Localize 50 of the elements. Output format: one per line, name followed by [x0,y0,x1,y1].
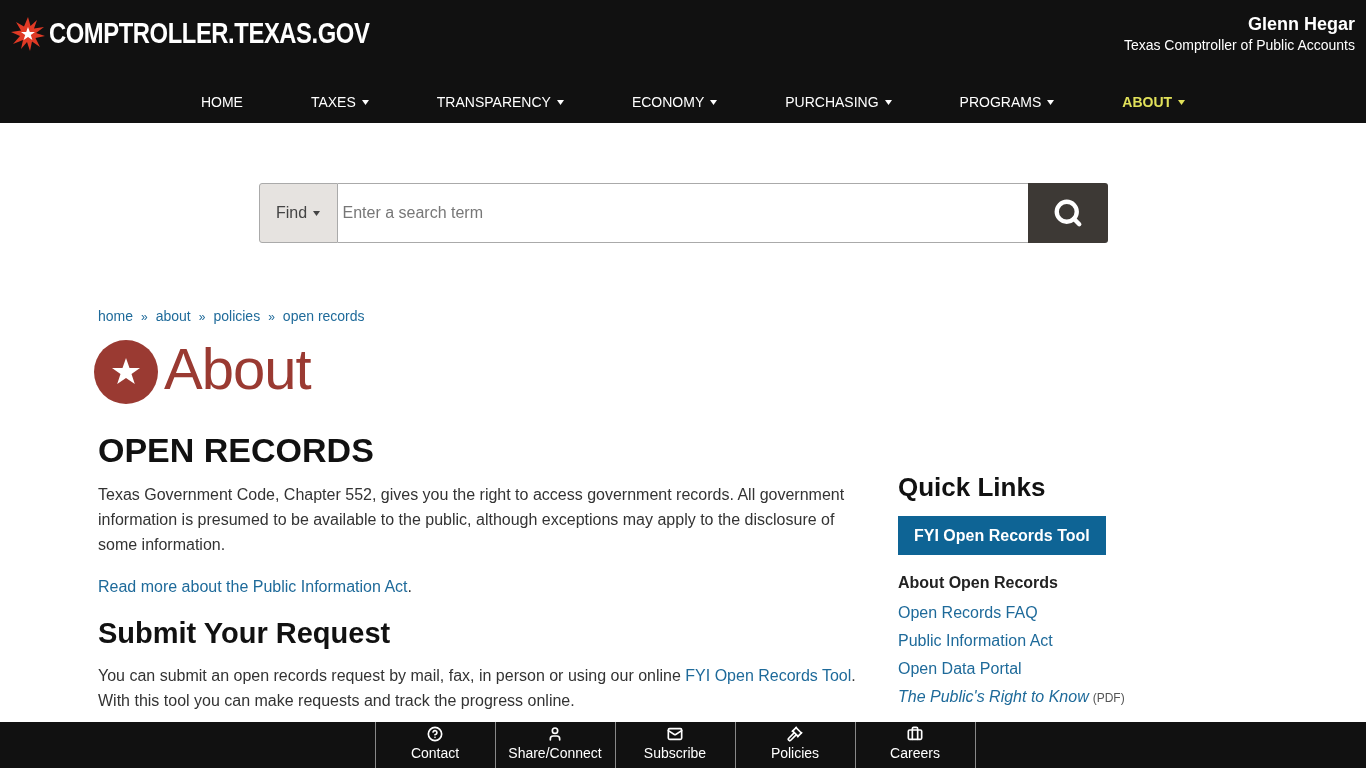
quick-links-subheading: About Open Records [898,573,1059,593]
quick-link[interactable]: The Public's Right to Know [898,688,1089,705]
official-title: Texas Comptroller of Public Accounts [1123,36,1355,54]
quick-link[interactable]: Open Records FAQ [898,604,1038,621]
page-title: OPEN RECORDS [98,430,375,471]
gavel-icon [787,726,803,742]
site-logo[interactable]: COMPTROLLER.TEXAS.GOV [49,12,370,56]
nav-item[interactable]: HOME [166,91,277,113]
nav-item[interactable]: ABOUT [1088,91,1220,113]
search-field[interactable]: Enter a search term [337,183,1028,243]
intro-paragraph: Texas Government Code, Chapter 552, gives you the right to access government records. All government information is presumed to be available to the public, although exceptions may apply to the disclosure of some information. [98,485,846,555]
breadcrumb-link[interactable]: home [98,306,134,327]
submit-paragraph: You can submit an open records request by mail, fax, in person or using our online FYI Open Records Tool. With this tool you can make requests and track the progress online. [98,666,857,711]
nav-item[interactable]: ECONOMY [597,91,752,113]
section-title: About [164,340,311,398]
help-icon [427,726,443,742]
public-information-act-link[interactable]: Read more about the Public Information Act [98,578,408,595]
quick-link[interactable]: Public Information Act [898,632,1053,649]
footer-button[interactable]: Policies [735,722,856,768]
read-more-paragraph: Read more about the Public Information Act. [98,577,413,597]
breadcrumb-link[interactable]: policies [213,306,261,327]
star-badge-icon [94,340,158,404]
nav-item[interactable]: TRANSPARENCY [402,91,598,113]
starburst-logo-icon[interactable] [11,16,45,51]
briefcase-icon [907,726,923,742]
nav-item[interactable]: TAXES [276,91,403,113]
submit-heading: Submit Your Request [98,616,392,651]
fyi-tool-link[interactable]: FYI Open Records Tool [685,667,852,684]
breadcrumb-separator: » [268,308,275,326]
breadcrumb-separator: » [141,308,148,326]
find-dropdown[interactable]: Find [258,183,338,243]
file-type-note: (PDF) [1092,691,1125,705]
footer-button[interactable]: Share/Connect [495,722,616,768]
fyi-tool-button[interactable]: FYI Open Records Tool [898,516,1106,555]
search-button[interactable] [1027,183,1108,243]
footer-button[interactable]: Contact [375,722,496,768]
breadcrumb-link[interactable]: about [155,306,191,327]
search-icon [1052,198,1083,228]
quick-link[interactable]: Open Data Portal [898,660,1022,677]
caret-icon [313,210,321,216]
quick-links-title: Quick Links [898,471,1047,504]
breadcrumb-link[interactable]: open records [282,306,365,327]
person-icon [547,726,563,742]
nav-item[interactable]: PURCHASING [751,91,926,113]
nav-item[interactable]: PROGRAMS [925,91,1089,113]
envelope-icon [667,726,683,742]
footer-button[interactable]: Subscribe [615,722,736,768]
footer-button[interactable]: Careers [855,722,976,768]
breadcrumb-separator: » [198,308,206,326]
official-name: Glenn Hegar [1246,13,1355,36]
